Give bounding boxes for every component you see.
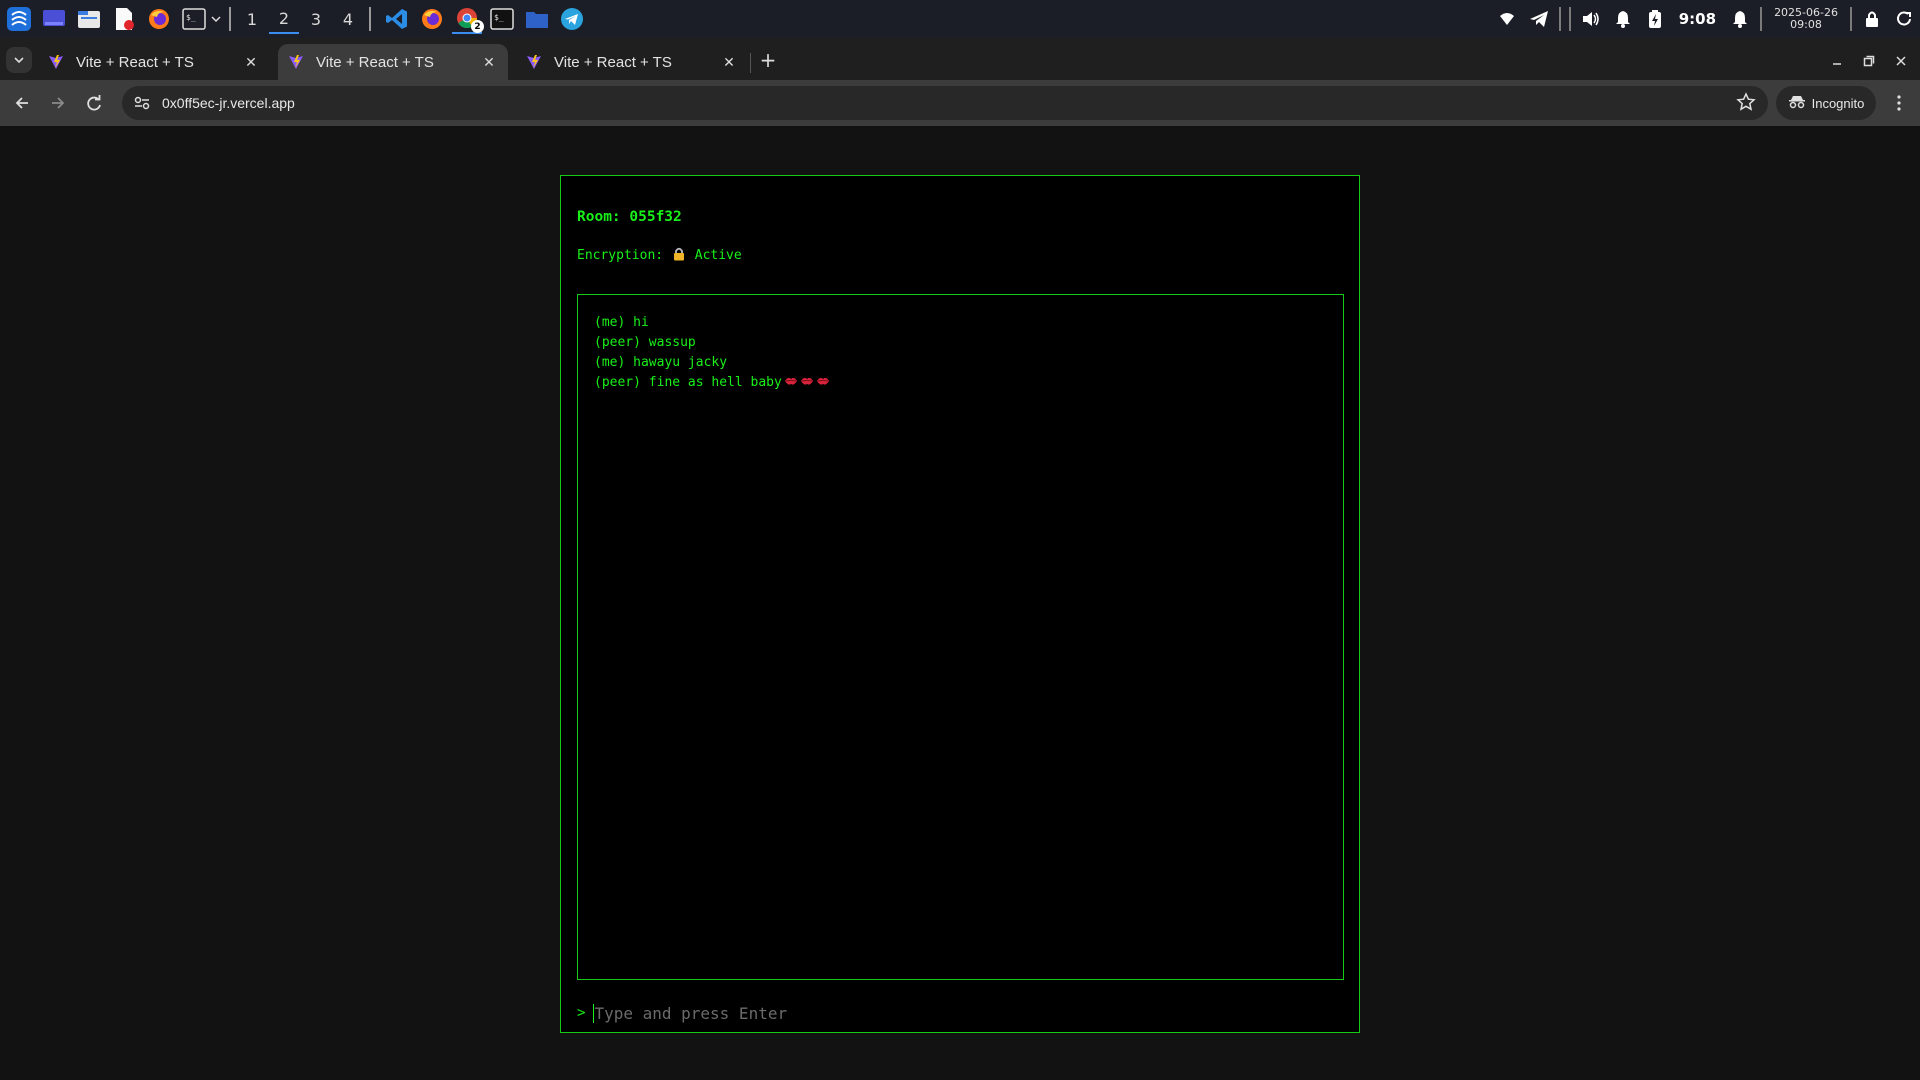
desktop-icon[interactable] xyxy=(39,4,69,34)
chrome-window-count-badge: 2 xyxy=(471,20,484,33)
taskbar-divider xyxy=(369,7,371,31)
chat-message: (me) hi xyxy=(594,313,1327,333)
document-viewer-icon[interactable] xyxy=(109,4,139,34)
chat-terminal: Room: 055f32 Encryption: Active (me) hi … xyxy=(560,175,1360,1033)
message-input[interactable] xyxy=(593,1003,1344,1023)
message-text: (me) hi xyxy=(594,315,649,330)
workspace-4[interactable]: 4 xyxy=(333,4,363,34)
tray-divider xyxy=(1850,7,1852,31)
browser-tab[interactable]: Vite + React + TS ✕ xyxy=(38,44,270,80)
date-time[interactable]: 2025-06-26 09:08 xyxy=(1774,7,1838,31)
workspace-3[interactable]: 3 xyxy=(301,4,331,34)
browser-toolbar: 0x0ff5ec-jr.vercel.app Incognito xyxy=(0,80,1920,126)
tab-title: Vite + React + TS xyxy=(554,53,672,71)
message-prompt: > xyxy=(577,1001,1344,1025)
time-text: 09:08 xyxy=(1790,18,1822,31)
tray-divider xyxy=(1760,7,1763,31)
tab-divider xyxy=(750,53,751,73)
forward-arrow-icon[interactable] xyxy=(44,89,72,117)
vscode-icon[interactable] xyxy=(382,4,412,34)
incognito-label: Incognito xyxy=(1811,95,1865,111)
tray-divider xyxy=(1558,7,1561,31)
minimize-window-icon[interactable] xyxy=(1824,48,1850,74)
lock-icon[interactable] xyxy=(1856,0,1888,38)
kiss-mark-icon xyxy=(784,377,797,385)
reload-icon[interactable] xyxy=(80,89,108,117)
url-text[interactable]: 0x0ff5ec-jr.vercel.app xyxy=(162,95,295,111)
notification-bell-icon[interactable] xyxy=(1607,0,1639,38)
svg-text:$_: $_ xyxy=(494,13,504,22)
encryption-label: Encryption: xyxy=(577,248,664,263)
firefox-icon[interactable] xyxy=(417,4,447,34)
browser-menu-icon[interactable] xyxy=(1886,89,1912,117)
system-taskbar: $_ 1 2 3 4 2 $_ 9:08 2025-06-26 09:08 xyxy=(0,0,1920,38)
back-arrow-icon[interactable] xyxy=(8,89,36,117)
site-info-icon[interactable] xyxy=(128,89,156,117)
telegram-icon[interactable] xyxy=(557,4,587,34)
vite-favicon-icon xyxy=(288,54,304,70)
telegram-tray-icon[interactable] xyxy=(1523,0,1555,38)
chat-message: (me) hawayu jacky xyxy=(594,353,1327,373)
chat-message: (peer) fine as hell baby xyxy=(594,373,1327,393)
chrome-icon[interactable]: 2 xyxy=(452,4,484,34)
encryption-state: Active xyxy=(694,248,742,263)
close-tab-icon[interactable]: ✕ xyxy=(478,51,500,73)
message-text: (me) hawayu jacky xyxy=(594,355,728,370)
folder-icon[interactable] xyxy=(522,4,552,34)
encryption-status: Encryption: Active xyxy=(577,247,742,265)
message-text: (peer) fine as hell baby xyxy=(594,375,782,390)
taskbar-divider xyxy=(229,7,231,31)
system-tray: 9:08 2025-06-26 09:08 xyxy=(1491,0,1920,38)
tab-search-button[interactable] xyxy=(6,47,32,73)
clock[interactable]: 9:08 xyxy=(1679,10,1716,28)
message-log[interactable]: (me) hi (peer) wassup (me) hawayu jacky … xyxy=(577,294,1344,980)
chat-message: (peer) wassup xyxy=(594,333,1327,353)
browser-tab[interactable]: Vite + React + TS ✕ xyxy=(516,44,748,80)
file-manager-icon[interactable] xyxy=(74,4,104,34)
workspace-2[interactable]: 2 xyxy=(269,4,299,34)
firefox-icon[interactable] xyxy=(144,4,174,34)
address-bar[interactable]: 0x0ff5ec-jr.vercel.app xyxy=(122,86,1768,120)
incognito-icon xyxy=(1788,95,1806,112)
kiss-mark-icon xyxy=(816,377,829,385)
volume-icon[interactable] xyxy=(1575,0,1607,38)
close-window-icon[interactable] xyxy=(1888,48,1914,74)
svg-text:$_: $_ xyxy=(186,13,196,22)
browser-tab-active[interactable]: Vite + React + TS ✕ xyxy=(278,44,508,80)
lock-icon xyxy=(673,247,685,265)
new-tab-button[interactable]: + xyxy=(756,48,780,72)
message-text: (peer) wassup xyxy=(594,335,696,350)
tab-title: Vite + React + TS xyxy=(316,53,434,71)
notification-bell-icon[interactable] xyxy=(1724,0,1756,38)
tray-divider xyxy=(1568,7,1571,31)
prompt-symbol: > xyxy=(577,1005,586,1021)
close-tab-icon[interactable]: ✕ xyxy=(240,51,262,73)
app-launcher-icon[interactable] xyxy=(4,4,34,34)
tab-title: Vite + React + TS xyxy=(76,53,194,71)
kiss-mark-icon xyxy=(800,377,813,385)
power-icon[interactable] xyxy=(1888,0,1920,38)
page-viewport: Room: 055f32 Encryption: Active (me) hi … xyxy=(0,126,1920,1080)
restore-window-icon[interactable] xyxy=(1856,48,1882,74)
bookmark-star-icon[interactable] xyxy=(1736,92,1756,116)
chevron-down-icon[interactable] xyxy=(209,4,223,34)
vite-favicon-icon xyxy=(526,54,542,70)
browser-tab-strip: Vite + React + TS ✕ Vite + React + TS ✕ … xyxy=(0,38,1920,80)
terminal-icon[interactable]: $_ xyxy=(487,4,517,34)
workspace-1[interactable]: 1 xyxy=(237,4,267,34)
wifi-icon[interactable] xyxy=(1491,0,1523,38)
room-title: Room: 055f32 xyxy=(577,209,682,225)
incognito-indicator[interactable]: Incognito xyxy=(1776,86,1876,120)
battery-charging-icon[interactable] xyxy=(1639,0,1671,38)
close-tab-icon[interactable]: ✕ xyxy=(718,51,740,73)
terminal-icon[interactable]: $_ xyxy=(179,4,209,34)
vite-favicon-icon xyxy=(48,54,64,70)
